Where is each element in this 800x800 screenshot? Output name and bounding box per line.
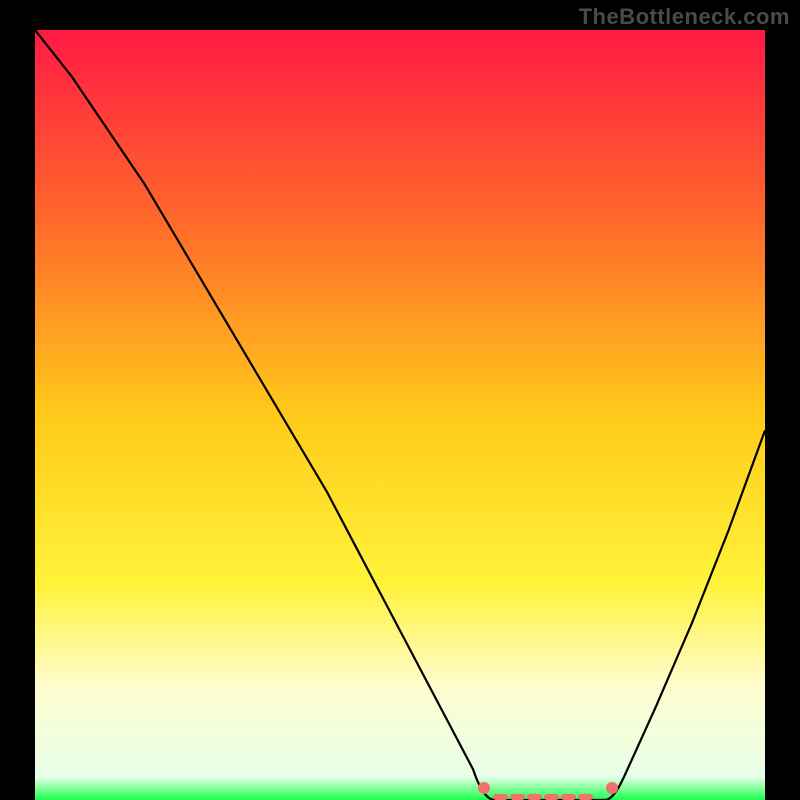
watermark-text: TheBottleneck.com bbox=[579, 4, 790, 30]
chart-frame: TheBottleneck.com bbox=[0, 0, 800, 800]
optimal-right-dot bbox=[606, 782, 618, 794]
chart-svg bbox=[35, 30, 765, 800]
bottleneck-chart bbox=[35, 30, 765, 800]
gradient-background bbox=[35, 30, 765, 800]
optimal-left-dot bbox=[478, 782, 490, 794]
